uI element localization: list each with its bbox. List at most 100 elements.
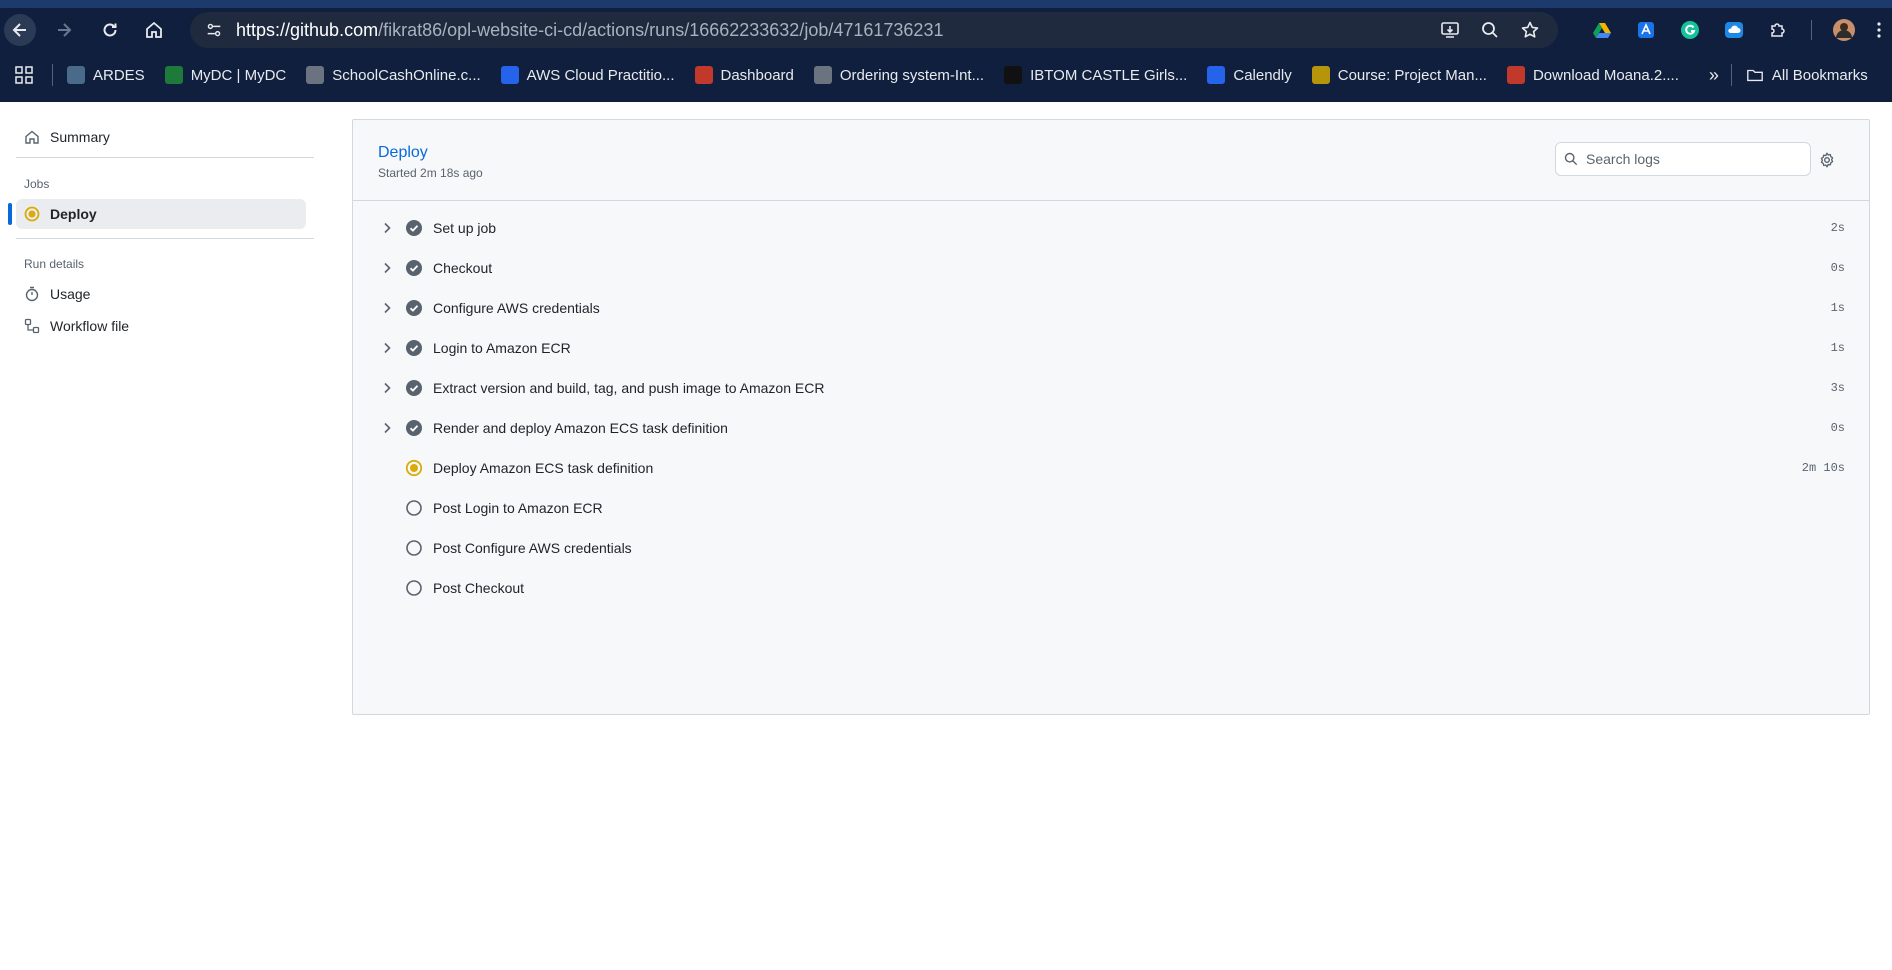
- pending-circle-icon: [405, 539, 423, 557]
- step-row[interactable]: Login to Amazon ECR 1s: [353, 328, 1869, 368]
- grammarly-icon[interactable]: [1674, 14, 1706, 46]
- check-circle-icon: [405, 419, 423, 437]
- reload-icon: [103, 23, 117, 37]
- log-settings-button[interactable]: [1817, 150, 1837, 170]
- search-logs-field[interactable]: [1555, 142, 1811, 176]
- reload-button[interactable]: [94, 14, 126, 46]
- apps-grid-icon[interactable]: [0, 65, 48, 85]
- all-bookmarks-button[interactable]: All Bookmarks: [1730, 64, 1868, 86]
- sidebar-item-deploy-job[interactable]: Deploy: [8, 199, 306, 229]
- search-logs-input[interactable]: [1586, 151, 1786, 167]
- bookmark-label: Dashboard: [720, 66, 794, 84]
- check-circle-icon: [405, 379, 423, 397]
- profile-avatar[interactable]: [1828, 14, 1860, 46]
- google-drive-icon[interactable]: [1586, 14, 1618, 46]
- sidebar-item-label: Workflow file: [50, 318, 130, 334]
- step-row[interactable]: Extract version and build, tag, and push…: [353, 368, 1869, 408]
- site-info-icon[interactable]: [196, 12, 232, 48]
- bookmark-item[interactable]: Course: Project Man...: [1302, 60, 1497, 90]
- translate-extension-icon[interactable]: [1630, 14, 1662, 46]
- check-circle-icon: [405, 219, 423, 237]
- bookmark-favicon-icon: [306, 66, 325, 84]
- job-started-time: Started 2m 18s ago: [378, 166, 483, 180]
- chevron-right-icon[interactable]: [379, 300, 395, 316]
- step-name: Configure AWS credentials: [433, 300, 600, 316]
- bookmarks-divider: [52, 64, 53, 86]
- check-circle-icon: [405, 259, 423, 277]
- step-list: Set up job 2s Checkout 0s Configure AWS cred…: [353, 208, 1869, 608]
- step-duration: 3s: [1830, 381, 1845, 395]
- bookmark-item[interactable]: SchoolCashOnline.c...: [296, 60, 490, 90]
- run-details-heading: Run details: [24, 257, 85, 271]
- search-icon: [1564, 152, 1578, 166]
- step-duration: 2s: [1830, 221, 1845, 235]
- in-progress-status-icon: [24, 206, 40, 222]
- bookmark-label: AWS Cloud Practitio...: [526, 66, 675, 84]
- address-bar[interactable]: https://github.com/fikrat86/opl-website-…: [190, 12, 1558, 48]
- bookmark-label: Download Moana.2....: [1532, 66, 1679, 84]
- step-row[interactable]: Configure AWS credentials 1s: [353, 288, 1869, 328]
- bookmark-item[interactable]: MyDC | MyDC: [155, 60, 297, 90]
- sidebar-item-workflow-file[interactable]: Workflow file: [16, 311, 306, 341]
- chevron-right-icon[interactable]: [379, 260, 395, 276]
- step-row[interactable]: Post Checkout: [353, 568, 1869, 608]
- arrow-left-icon: [12, 23, 26, 37]
- bookmark-item[interactable]: ARDES: [57, 60, 155, 90]
- bookmark-star-icon[interactable]: [1514, 14, 1546, 46]
- step-duration: 2m 10s: [1801, 461, 1845, 475]
- check-circle-icon: [405, 299, 423, 317]
- bookmark-label: Ordering system-Int...: [839, 66, 985, 84]
- bookmark-label: ARDES: [93, 66, 145, 84]
- bookmark-item[interactable]: Ordering system-Int...: [804, 60, 994, 90]
- bookmark-favicon-icon: [694, 66, 713, 84]
- chevron-right-icon[interactable]: [379, 220, 395, 236]
- bookmark-favicon-icon: [1004, 66, 1023, 84]
- home-button[interactable]: [138, 14, 170, 46]
- bookmark-label: MyDC | MyDC: [190, 66, 287, 84]
- chevron-right-icon[interactable]: [379, 420, 395, 436]
- toolbar-divider: [1806, 14, 1816, 46]
- sidebar-item-label: Deploy: [50, 206, 97, 222]
- cloud-extension-icon[interactable]: [1718, 14, 1750, 46]
- bookmark-item[interactable]: Dashboard: [685, 60, 804, 90]
- bookmark-favicon-icon: [500, 66, 519, 84]
- url-text: https://github.com/fikrat86/opl-website-…: [236, 19, 944, 40]
- job-header: Deploy Started 2m 18s ago: [353, 120, 1869, 201]
- bookmark-label: Course: Project Man...: [1337, 66, 1487, 84]
- home-icon: [25, 130, 39, 144]
- step-name: Login to Amazon ECR: [433, 340, 571, 356]
- more-bookmarks-button[interactable]: »: [1697, 65, 1731, 86]
- bookmark-item[interactable]: Download Moana.2....: [1497, 60, 1689, 90]
- step-name: Post Configure AWS credentials: [433, 540, 632, 556]
- step-row[interactable]: Deploy Amazon ECS task definition 2m 10s: [353, 448, 1869, 488]
- puzzle-icon[interactable]: [1762, 14, 1794, 46]
- chevron-right-icon[interactable]: [379, 340, 395, 356]
- chevron-right-icon[interactable]: [379, 380, 395, 396]
- sidebar-item-summary[interactable]: Summary: [16, 122, 306, 152]
- step-row[interactable]: Set up job 2s: [353, 208, 1869, 248]
- bookmark-item[interactable]: IBTOM CASTLE Girls...: [994, 60, 1197, 90]
- forward-button[interactable]: [48, 14, 80, 46]
- bookmark-item[interactable]: Calendly: [1197, 60, 1301, 90]
- in-progress-icon: [405, 459, 423, 477]
- step-row[interactable]: Render and deploy Amazon ECS task defini…: [353, 408, 1869, 448]
- step-row[interactable]: Post Configure AWS credentials: [353, 528, 1869, 568]
- all-bookmarks-label: All Bookmarks: [1771, 66, 1868, 84]
- step-name: Checkout: [433, 260, 493, 276]
- step-duration: 0s: [1830, 421, 1845, 435]
- check-circle-icon: [405, 339, 423, 357]
- step-name: Extract version and build, tag, and push…: [433, 380, 825, 396]
- step-duration: 1s: [1830, 301, 1845, 315]
- sidebar-item-usage[interactable]: Usage: [16, 279, 306, 309]
- jobs-heading: Jobs: [24, 177, 50, 191]
- step-row[interactable]: Checkout 0s: [353, 248, 1869, 288]
- github-actions-page: Summary Jobs Deploy Run details Usage Wo…: [0, 102, 1892, 970]
- install-app-icon[interactable]: [1434, 14, 1466, 46]
- step-row[interactable]: Post Login to Amazon ECR: [353, 488, 1869, 528]
- back-button[interactable]: [4, 14, 36, 46]
- bookmark-item[interactable]: AWS Cloud Practitio...: [491, 60, 685, 90]
- bookmark-list: ARDES MyDC | MyDC SchoolCashOnline.c... AWS…: [57, 60, 1689, 90]
- kebab-menu-icon[interactable]: [1872, 14, 1886, 46]
- job-title[interactable]: Deploy: [378, 144, 428, 162]
- zoom-icon[interactable]: [1474, 14, 1506, 46]
